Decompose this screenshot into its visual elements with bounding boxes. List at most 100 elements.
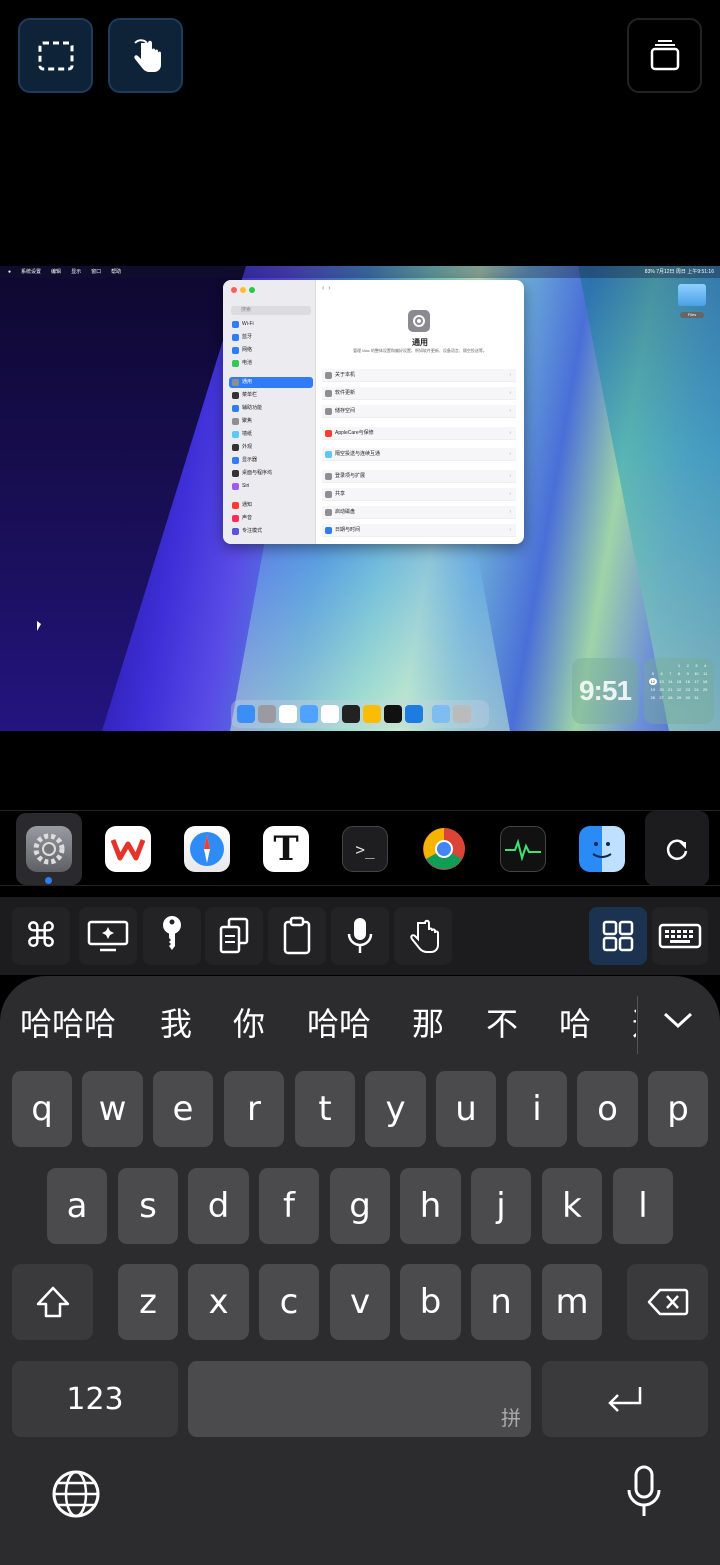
key-a[interactable]: a — [47, 1168, 107, 1244]
menu-item[interactable]: 显示 — [71, 266, 81, 278]
settings-app-icon[interactable] — [26, 826, 72, 872]
key-button[interactable] — [143, 907, 201, 965]
sidebar-item[interactable]: 电池 — [229, 358, 313, 369]
sidebar-item-selected[interactable]: 通用 — [229, 377, 313, 388]
touch-mode-button[interactable] — [108, 18, 183, 93]
terminal-app-icon[interactable]: >_ — [342, 826, 388, 872]
paste-button[interactable] — [268, 907, 326, 965]
chrome-icon[interactable] — [363, 705, 381, 723]
candidate[interactable]: 那 — [412, 1006, 444, 1042]
menu-item[interactable]: 窗口 — [91, 266, 101, 278]
numbers-key[interactable]: 123 — [12, 1361, 178, 1437]
key-g[interactable]: g — [330, 1168, 390, 1244]
trash-icon[interactable] — [453, 705, 471, 723]
key-c[interactable]: c — [259, 1264, 319, 1340]
space-key[interactable]: 拼 — [188, 1361, 531, 1437]
status-area[interactable]: 83% 7月12日 周日 上午9:51:16 — [645, 266, 714, 278]
expand-candidates-button[interactable] — [662, 1010, 694, 1035]
sidebar-item[interactable]: Wi-Fi — [229, 319, 313, 330]
key-q[interactable]: q — [12, 1071, 72, 1147]
screen-settings-button[interactable] — [79, 907, 137, 965]
key-r[interactable]: r — [224, 1071, 284, 1147]
key-d[interactable]: d — [188, 1168, 249, 1244]
safari-app-icon[interactable] — [184, 826, 230, 872]
sidebar-item[interactable]: 通知 — [229, 500, 313, 511]
downloads-icon[interactable] — [432, 705, 450, 723]
key-w[interactable]: w — [82, 1071, 143, 1147]
key-f[interactable]: f — [259, 1168, 319, 1244]
finder-app-icon[interactable] — [579, 826, 625, 872]
settings-search-input[interactable]: 搜索 — [231, 306, 311, 315]
key-l[interactable]: l — [613, 1168, 673, 1244]
apple-icon[interactable]: ● — [8, 266, 11, 278]
copy-button[interactable] — [205, 907, 263, 965]
keyboard-toggle-button[interactable] — [652, 907, 708, 965]
gesture-button[interactable] — [394, 907, 452, 965]
candidate[interactable]: 哈 — [559, 1006, 591, 1042]
remote-desktop-screen[interactable]: ● 系统设置 编辑 显示 窗口 帮助 83% 7月12日 周日 上午9:51:1… — [0, 266, 720, 731]
sidebar-item[interactable]: 专注模式 — [229, 526, 313, 537]
candidate[interactable]: 我 — [160, 1006, 192, 1042]
wps-app-icon[interactable] — [105, 826, 151, 872]
sidebar-item[interactable]: 聚焦 — [229, 416, 313, 427]
key-x[interactable]: x — [188, 1264, 249, 1340]
settings-row[interactable]: 登录项与扩展 › — [322, 470, 516, 483]
nav-arrows[interactable]: ‹ › — [322, 285, 331, 292]
typora-app-icon[interactable]: T — [263, 826, 309, 872]
settings-row[interactable]: 日期与时间 › — [322, 524, 516, 537]
return-key[interactable] — [542, 1361, 708, 1437]
key-m[interactable]: m — [542, 1264, 602, 1340]
sidebar-item[interactable]: 外观 — [229, 442, 313, 453]
globe-button[interactable] — [50, 1468, 102, 1525]
minimize-icon[interactable] — [240, 287, 246, 293]
settings-row[interactable]: 软件更新 › — [322, 387, 516, 400]
refresh-button[interactable] — [645, 811, 709, 886]
key-e[interactable]: e — [153, 1071, 213, 1147]
settings-row[interactable]: AppleCare与保修 › — [322, 427, 516, 440]
candidate[interactable]: 不 — [486, 1006, 518, 1042]
settings-row[interactable]: 储存空间 › — [322, 405, 516, 418]
sidebar-item[interactable]: 声音 — [229, 513, 313, 524]
key-z[interactable]: z — [118, 1264, 178, 1340]
activity-monitor-icon[interactable] — [384, 705, 402, 723]
settings-row[interactable]: 共享 › — [322, 488, 516, 501]
voice-input-button[interactable] — [331, 907, 389, 965]
windows-button[interactable] — [627, 18, 702, 93]
shift-key[interactable] — [12, 1264, 93, 1340]
dictation-button[interactable] — [624, 1464, 664, 1525]
sidebar-item[interactable]: Siri — [229, 481, 313, 492]
wps-icon[interactable] — [279, 705, 297, 723]
terminal-icon[interactable] — [342, 705, 360, 723]
sidebar-item[interactable]: 墙纸 — [229, 429, 313, 440]
chrome-app-icon[interactable] — [421, 826, 467, 872]
candidate[interactable]: 你 — [233, 1006, 265, 1042]
folder-icon[interactable] — [678, 284, 706, 306]
apps-grid-button[interactable] — [589, 907, 647, 965]
close-icon[interactable] — [231, 287, 237, 293]
command-key-button[interactable]: ⌘ — [12, 907, 70, 965]
menu-item[interactable]: 帮助 — [111, 266, 121, 278]
key-t[interactable]: t — [295, 1071, 355, 1147]
settings-row[interactable]: 隔空投送与连续互通 › — [322, 448, 516, 461]
candidate[interactable]: 哈哈哈 — [20, 1006, 116, 1042]
typora-icon[interactable] — [321, 705, 339, 723]
key-v[interactable]: v — [330, 1264, 390, 1340]
backspace-key[interactable] — [627, 1264, 708, 1340]
sidebar-item[interactable]: 蓝牙 — [229, 332, 313, 343]
settings-window[interactable]: 搜索 Wi-Fi 蓝牙 网络 电池 通用 菜单栏 辅助功能 聚焦 墙纸 外观 显… — [223, 280, 524, 544]
sidebar-item[interactable]: 网络 — [229, 345, 313, 356]
xcode-icon[interactable] — [405, 705, 423, 723]
select-area-button[interactable] — [18, 18, 93, 93]
candidate[interactable]: 哈哈 — [307, 1006, 371, 1042]
settings-icon[interactable] — [258, 705, 276, 723]
sidebar-item[interactable]: 辅助功能 — [229, 403, 313, 414]
key-i[interactable]: i — [507, 1071, 567, 1147]
safari-icon[interactable] — [300, 705, 318, 723]
sidebar-item[interactable]: 显示器 — [229, 455, 313, 466]
key-s[interactable]: s — [118, 1168, 178, 1244]
activity-monitor-app-icon[interactable] — [500, 826, 546, 872]
zoom-icon[interactable] — [249, 287, 255, 293]
key-o[interactable]: o — [577, 1071, 638, 1147]
sidebar-item[interactable]: 桌面与程序坞 — [229, 468, 313, 479]
settings-row[interactable]: 启动磁盘 › — [322, 506, 516, 519]
